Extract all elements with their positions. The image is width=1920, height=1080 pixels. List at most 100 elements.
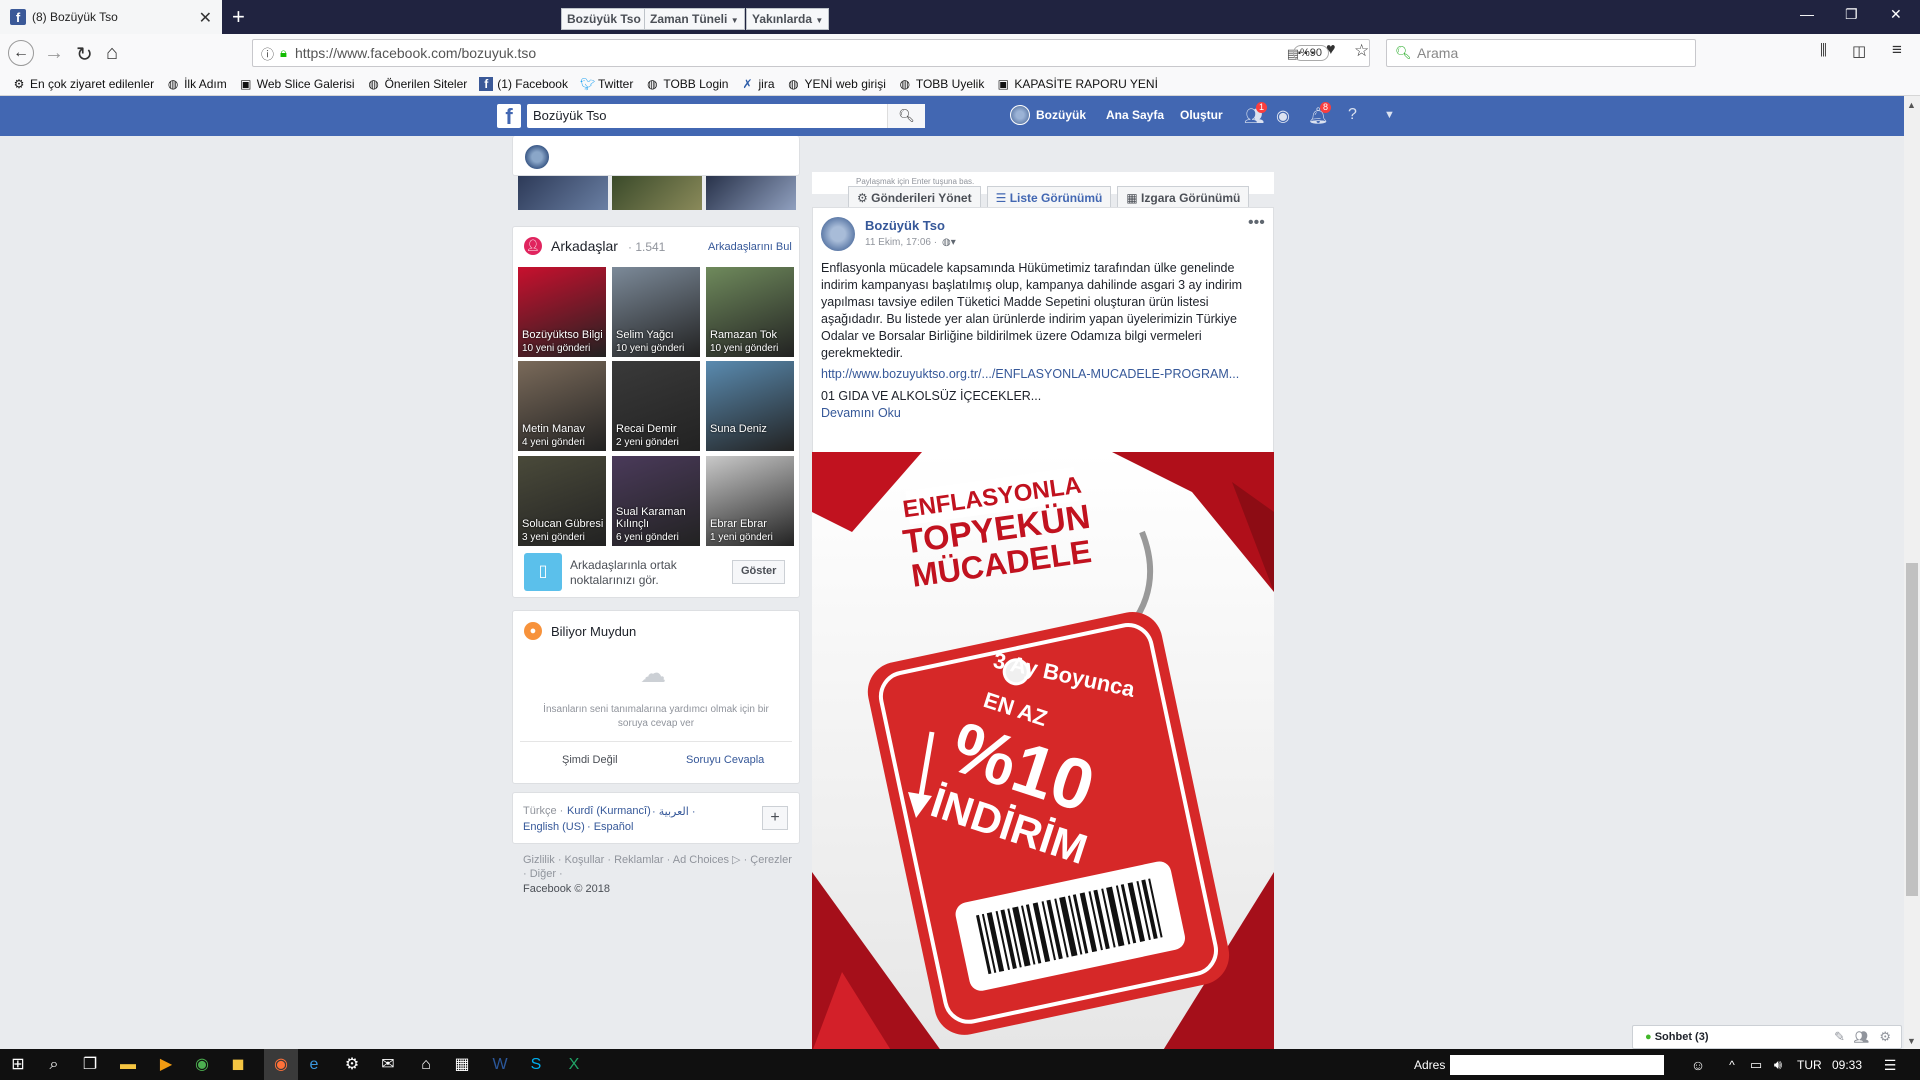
friend-name[interactable]: Suna Deniz	[710, 423, 767, 435]
read-more-link[interactable]: Devamını Oku	[821, 405, 1266, 422]
photo-thumbnail[interactable]	[706, 176, 796, 210]
post-author[interactable]: Bozüyük Tso	[865, 218, 945, 233]
friends-title[interactable]: Arkadaşlar	[551, 238, 618, 254]
mail-icon[interactable]: ✉	[378, 1055, 398, 1075]
scroll-up-icon[interactable]: ▲	[1907, 100, 1916, 110]
bookmark-star-icon[interactable]: ☆	[1354, 41, 1369, 61]
friend-name[interactable]: Ramazan Tok	[710, 329, 777, 341]
settings-icon[interactable]: ⚙	[1879, 1026, 1891, 1048]
language-english[interactable]: English (US)	[523, 821, 585, 833]
friend-name[interactable]: Ebrar Ebrar	[710, 518, 767, 530]
address-toolbar-input[interactable]	[1450, 1055, 1664, 1075]
sidebar-icon[interactable]: ◫	[1852, 42, 1866, 60]
tab-nearby[interactable]: Yakınlarda ▼	[746, 8, 830, 30]
volume-icon[interactable]: 🔊︎	[1768, 1055, 1788, 1075]
more-actions-icon[interactable]: ⋯	[1296, 40, 1316, 65]
tray-chevron-icon[interactable]: ^	[1722, 1055, 1742, 1075]
bookmark-item[interactable]: ◍ TOBB Uyelik	[898, 77, 985, 91]
friend-name[interactable]: Metin Manav	[522, 423, 585, 435]
profile-link[interactable]: Bozüyük	[1036, 108, 1086, 122]
bookmark-item[interactable]: ▣ KAPASİTE RAPORU YENİ	[996, 77, 1158, 91]
facebook-logo-icon[interactable]: f	[497, 104, 521, 129]
input-language[interactable]: TUR	[1797, 1058, 1822, 1072]
photo-thumbnail[interactable]	[612, 176, 702, 210]
friend-tile[interactable]: Sual Karaman Kılınçlı 6 yeni gönderi	[612, 456, 700, 546]
footer-more[interactable]: · Diğer ·	[523, 868, 563, 880]
language-arabic[interactable]: · العربية ·	[652, 805, 696, 818]
search-icon[interactable]: 🔍︎	[887, 104, 925, 128]
windows-start-icon[interactable]: ⊞	[8, 1055, 28, 1075]
add-language-button[interactable]: +	[762, 806, 788, 830]
friend-name[interactable]: Recai Demir	[616, 423, 677, 435]
clock[interactable]: 09:33	[1832, 1058, 1862, 1072]
reload-icon[interactable]: ↻	[76, 42, 93, 67]
bookmark-item[interactable]: ◍ İlk Adım	[166, 77, 227, 91]
close-tab-icon[interactable]: ✕	[199, 8, 212, 28]
bookmark-item[interactable]: ◍ TOBB Login	[645, 77, 728, 91]
photo-thumbnail[interactable]	[518, 176, 608, 210]
friend-tile[interactable]: Ramazan Tok 10 yeni gönderi	[706, 267, 794, 357]
friend-name[interactable]: Sual Karaman Kılınçlı	[616, 506, 700, 530]
minimize-icon[interactable]: —	[1800, 6, 1814, 22]
messenger-icon[interactable]: ◉	[1276, 106, 1290, 126]
page-avatar[interactable]	[523, 143, 551, 171]
home-link[interactable]: Ana Sayfa	[1106, 108, 1164, 122]
compose-icon[interactable]: ✎	[1834, 1026, 1845, 1048]
forward-icon[interactable]: →	[44, 42, 64, 65]
home-icon[interactable]: ⌂	[106, 42, 118, 65]
post-image[interactable]: ENFLASYONLA TOPYEKÜN MÜCADELE 3 Ay Boyun…	[812, 452, 1274, 1052]
tab-timeline[interactable]: Zaman Tüneli ▼	[644, 8, 745, 30]
firefox-icon[interactable]: ◉	[264, 1049, 298, 1080]
find-friends-link[interactable]: Arkadaşlarını Bul	[708, 241, 792, 253]
globe-icon[interactable]: ◍▾	[942, 237, 956, 248]
bookmark-item[interactable]: 🐦︎ Twitter	[580, 77, 633, 91]
url-text[interactable]: https://www.facebook.com/bozuyuk.tso	[295, 45, 536, 61]
new-tab-button[interactable]: +	[232, 4, 245, 30]
bookmark-item[interactable]: f (1) Facebook	[479, 76, 568, 91]
avatar[interactable]	[1010, 105, 1030, 125]
friend-tile[interactable]: Recai Demir 2 yeni gönderi	[612, 361, 700, 451]
post-time[interactable]: 11 Ekim, 17:06 ·	[865, 237, 937, 248]
bookmark-item[interactable]: ◍ Önerilen Siteler	[367, 77, 467, 91]
network-icon[interactable]: ▭	[1746, 1055, 1766, 1075]
library-icon[interactable]: ⫼	[1820, 42, 1827, 59]
info-icon[interactable]: ⓘ	[261, 44, 274, 63]
answer-button[interactable]: Soruyu Cevapla	[686, 754, 764, 766]
pocket-icon[interactable]: ♥	[1326, 41, 1336, 59]
ie-icon[interactable]: e	[304, 1055, 324, 1075]
network-app-icon[interactable]: ⚙	[342, 1055, 362, 1075]
language-spanish[interactable]: · Español	[587, 821, 633, 833]
scroll-down-icon[interactable]: ▼	[1907, 1036, 1916, 1046]
group-icon[interactable]: 👥︎	[1854, 1026, 1869, 1048]
menu-icon[interactable]: ≡	[1892, 40, 1902, 60]
create-link[interactable]: Oluştur	[1180, 108, 1223, 122]
app-icon[interactable]: ◼	[228, 1055, 248, 1075]
bookmark-item[interactable]: ⚙ En çok ziyaret edilenler	[12, 77, 154, 91]
facebook-search-input[interactable]: Bozüyük Tso	[527, 104, 925, 128]
post-link[interactable]: http://www.bozuyuktso.org.tr/.../ENFLASY…	[821, 366, 1266, 383]
excel-icon[interactable]: X	[564, 1055, 584, 1075]
search-bar[interactable]: 🔍︎ Arama	[1386, 39, 1696, 67]
chrome-icon[interactable]: ◉	[192, 1055, 212, 1075]
word-icon[interactable]: W	[490, 1055, 510, 1075]
action-center-icon[interactable]: ☰	[1880, 1055, 1900, 1075]
calculator-icon[interactable]: ▦	[452, 1055, 472, 1075]
tab-page-name[interactable]: Bozüyük Tso	[561, 8, 647, 30]
browser-tab[interactable]: f (8) Bozüyük Tso ✕	[0, 0, 222, 34]
friend-tile[interactable]: Selim Yağcı 10 yeni gönderi	[612, 267, 700, 357]
friend-tile[interactable]: Metin Manav 4 yeni gönderi	[518, 361, 606, 451]
media-player-icon[interactable]: ▶	[156, 1055, 176, 1075]
bookmark-item[interactable]: ▣ Web Slice Galerisi	[239, 77, 354, 91]
search-icon[interactable]: ⌕	[44, 1055, 64, 1075]
bookmark-item[interactable]: ✗ jira	[740, 77, 774, 91]
friend-tile[interactable]: Solucan Gübresi 3 yeni gönderi	[518, 456, 606, 546]
close-window-icon[interactable]: ✕	[1890, 6, 1902, 23]
friend-tile[interactable]: Bozüyüktso Bilgi 10 yeni gönderi	[518, 267, 606, 357]
task-view-icon[interactable]: ❐	[80, 1055, 100, 1075]
friend-tile[interactable]: Suna Deniz	[706, 361, 794, 451]
file-explorer-icon[interactable]: ▬	[118, 1055, 138, 1075]
url-bar[interactable]: ⓘ 🔒︎ https://www.facebook.com/bozuyuk.ts…	[252, 39, 1370, 67]
footer-links[interactable]: Gizlilik · Koşullar · Reklamlar · Ad Cho…	[523, 853, 798, 867]
people-icon[interactable]: ☺	[1688, 1055, 1708, 1075]
bookmark-item[interactable]: ◍ YENİ web girişi	[787, 77, 886, 91]
